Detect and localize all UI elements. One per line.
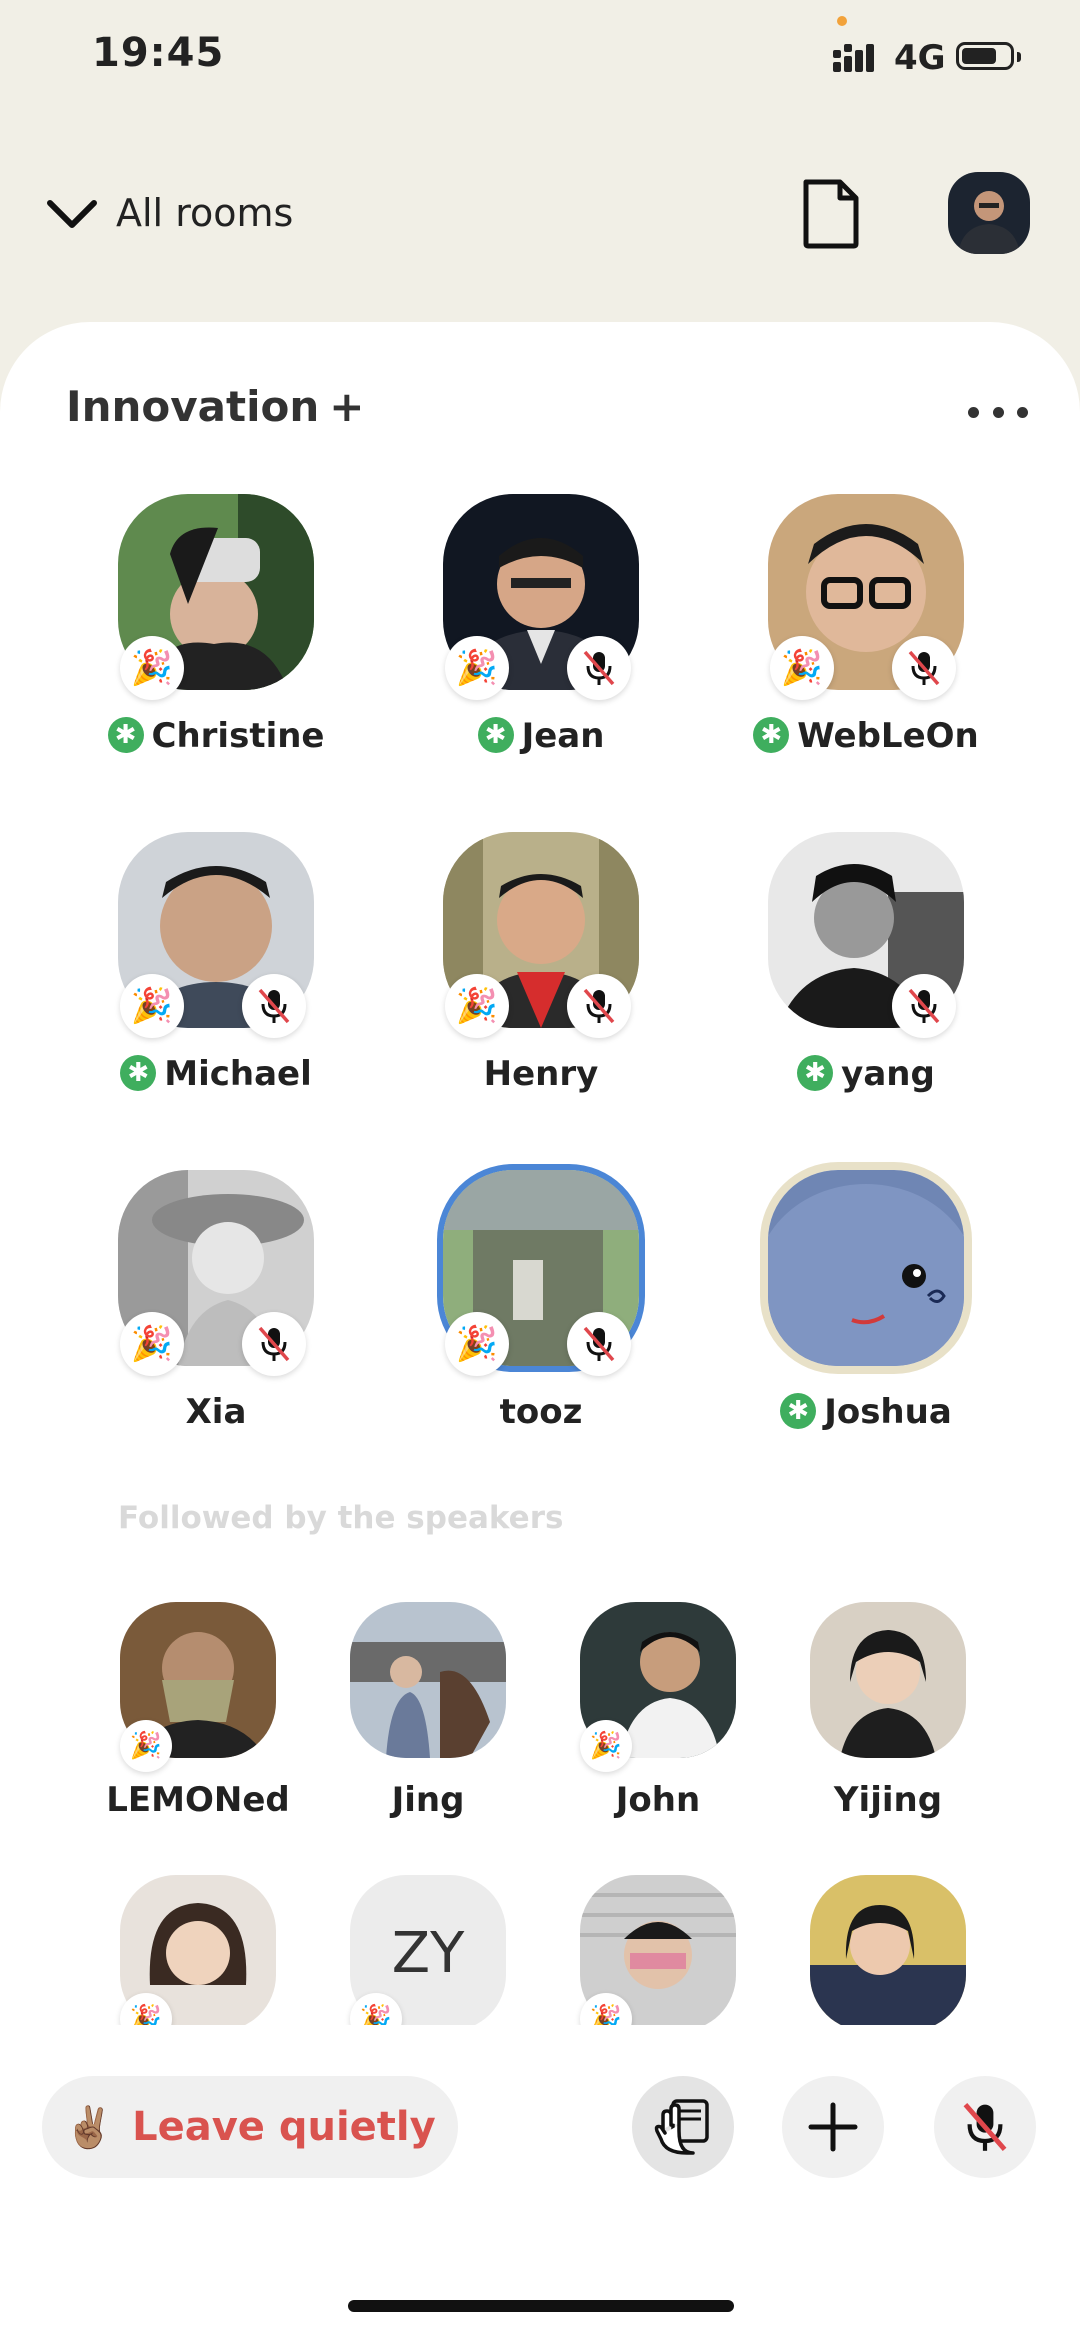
speaker-tile[interactable]: 🎉 Jean	[393, 494, 653, 774]
document-icon[interactable]	[800, 178, 862, 250]
network-type: 4G	[894, 38, 946, 78]
privacy-indicator-dot	[837, 16, 847, 26]
mic-muted-icon	[242, 974, 306, 1038]
party-popper-icon: 🎉	[445, 636, 509, 700]
speaker-name: Joshua	[824, 1392, 952, 1432]
all-rooms-label: All rooms	[116, 191, 294, 235]
mic-muted-icon	[567, 974, 631, 1038]
speaker-tile[interactable]: 🎉 tooz	[393, 1170, 653, 1450]
leave-quietly-label: Leave quietly	[132, 2104, 436, 2150]
listener-avatar	[810, 1875, 966, 2031]
listener-tile[interactable]: Yijing	[770, 1602, 1000, 1820]
speaker-tile[interactable]: 🎉 Michael	[68, 832, 328, 1112]
bottom-bar	[0, 2025, 1080, 2337]
mic-toggle-button[interactable]	[934, 2076, 1036, 2178]
speaker-tile[interactable]: 🎉 Christine	[68, 494, 328, 774]
listener-avatar	[810, 1602, 966, 1758]
party-popper-icon: 🎉	[445, 974, 509, 1038]
home-indicator[interactable]	[348, 2300, 734, 2312]
speaker-tile[interactable]: 🎉 Henry	[393, 832, 653, 1112]
raise-hand-button[interactable]	[632, 2076, 734, 2178]
speaker-name: tooz	[499, 1392, 583, 1432]
speaker-name: yang	[841, 1054, 935, 1094]
more-options-icon[interactable]	[968, 400, 1028, 424]
party-popper-icon: 🎉	[120, 636, 184, 700]
listener-name: John	[615, 1780, 701, 1820]
plus-icon	[808, 2102, 858, 2152]
mic-muted-icon	[892, 636, 956, 700]
listener-avatar	[350, 1602, 506, 1758]
all-rooms-button[interactable]: All rooms	[44, 185, 293, 241]
mic-muted-icon	[892, 974, 956, 1038]
party-popper-icon: 🎉	[120, 1312, 184, 1376]
speaker-tile[interactable]: 🎉 Xia	[68, 1170, 328, 1450]
party-popper-icon: 🎉	[120, 1720, 172, 1772]
mic-muted-icon	[567, 636, 631, 700]
chevron-down-icon	[47, 200, 97, 228]
battery-icon	[956, 42, 1014, 70]
listener-name: Yijing	[833, 1780, 943, 1820]
speaker-name: Henry	[483, 1054, 599, 1094]
raise-hand-icon	[654, 2099, 709, 2155]
profile-photo	[948, 172, 1030, 254]
party-popper-icon: 🎉	[120, 974, 184, 1038]
moderator-star-icon	[780, 1393, 817, 1429]
moderator-star-icon	[477, 717, 514, 753]
speaker-tile[interactable]: 🎉 WebLeOn	[718, 494, 979, 774]
listener-tile[interactable]: Jing	[310, 1602, 540, 1820]
moderator-star-icon	[120, 1055, 157, 1091]
speaker-name: WebLeOn	[797, 716, 979, 756]
speaker-name: Christine	[151, 716, 325, 756]
add-person-button[interactable]	[782, 2076, 884, 2178]
moderator-star-icon	[107, 717, 144, 753]
listener-tile[interactable]: 🎉 John	[540, 1602, 770, 1820]
battery-cap	[1017, 52, 1021, 62]
speaker-tile[interactable]: yang	[718, 832, 978, 1112]
peace-hand-icon: ✌🏽	[64, 2104, 115, 2151]
mic-muted-icon	[242, 1312, 306, 1376]
moderator-star-icon	[753, 717, 790, 753]
listener-initials: ZY	[391, 1920, 465, 1986]
listener-name: LEMONed	[106, 1780, 290, 1820]
speaker-name: Jean	[521, 716, 605, 756]
speaker-tile[interactable]: Joshua	[718, 1170, 978, 1450]
moderator-star-icon	[797, 1055, 834, 1091]
mic-muted-icon	[963, 2102, 1007, 2152]
room-add-symbol: +	[329, 382, 365, 431]
party-popper-icon: 🎉	[770, 636, 834, 700]
speaker-name: Michael	[164, 1054, 312, 1094]
status-time: 19:45	[92, 30, 225, 76]
room-title-text: Innovation	[66, 382, 320, 431]
profile-avatar[interactable]	[948, 172, 1030, 254]
listener-tile[interactable]: 🎉 LEMONed	[80, 1602, 310, 1820]
mic-muted-icon	[567, 1312, 631, 1376]
speaker-avatar-speaking	[768, 1170, 964, 1366]
status-bar: 19:45 4G	[0, 0, 1080, 110]
listener-name: Jing	[391, 1780, 465, 1820]
followed-by-speakers-label: Followed by the speakers	[118, 1500, 564, 1536]
leave-quietly-button[interactable]: ✌🏽 Leave quietly	[42, 2076, 458, 2178]
party-popper-icon: 🎉	[580, 1720, 632, 1772]
signal-icon	[833, 44, 874, 72]
room-title[interactable]: Innovation +	[66, 382, 364, 431]
party-popper-icon: 🎉	[445, 1312, 509, 1376]
speaker-name: Xia	[185, 1392, 247, 1432]
